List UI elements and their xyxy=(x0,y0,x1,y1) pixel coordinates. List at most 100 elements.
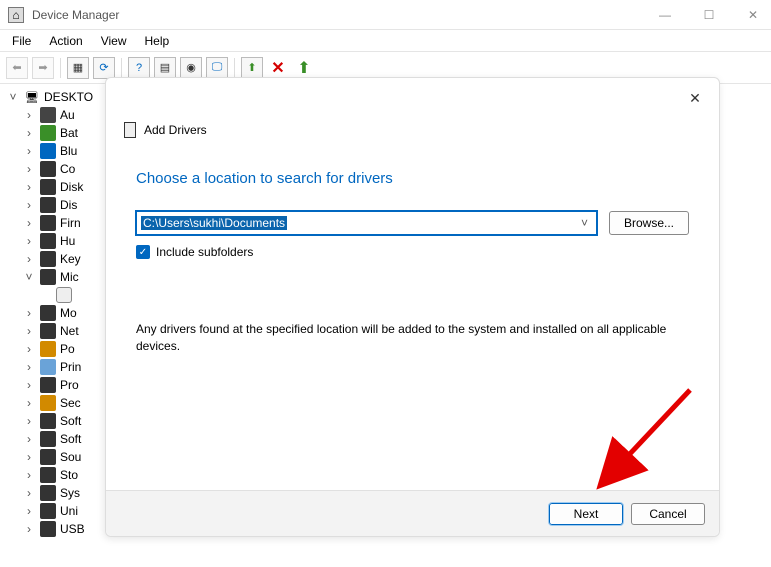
device-category-icon xyxy=(40,125,56,141)
dialog-title: Add Drivers xyxy=(144,123,207,137)
menu-bar: File Action View Help xyxy=(0,30,771,52)
chevron-icon[interactable]: › xyxy=(22,144,36,158)
maximize-button[interactable]: ☐ xyxy=(699,5,719,25)
minimize-button[interactable]: — xyxy=(655,5,675,25)
dialog-hint: Any drivers found at the specified locat… xyxy=(136,321,689,355)
next-button[interactable]: Next xyxy=(549,503,623,525)
device-category-icon xyxy=(40,197,56,213)
path-combobox[interactable]: C:\Users\sukhi\Documents ˅ xyxy=(136,211,597,235)
path-value: C:\Users\sukhi\Documents xyxy=(141,216,287,230)
device-category-icon xyxy=(40,449,56,465)
device-category-icon xyxy=(40,413,56,429)
chevron-icon[interactable]: › xyxy=(22,234,36,248)
menu-file[interactable]: File xyxy=(4,32,39,50)
chevron-icon[interactable]: › xyxy=(22,162,36,176)
dialog-heading: Choose a location to search for drivers xyxy=(136,170,689,187)
tree-item-label: Pro xyxy=(60,378,79,392)
tree-item-label: Au xyxy=(60,108,75,122)
tree-item-label: Mic xyxy=(60,270,79,284)
chevron-down-icon[interactable]: ˅ xyxy=(581,216,592,230)
chevron-icon[interactable]: › xyxy=(22,396,36,410)
monitor-icon[interactable]: 🖵 xyxy=(206,57,228,79)
cancel-button[interactable]: Cancel xyxy=(631,503,705,525)
chevron-icon[interactable]: › xyxy=(22,450,36,464)
dialog-close-button[interactable]: ✕ xyxy=(683,86,707,110)
browse-button[interactable]: Browse... xyxy=(609,211,689,235)
chevron-icon[interactable]: › xyxy=(22,198,36,212)
chevron-icon[interactable]: › xyxy=(22,522,36,536)
device-category-icon xyxy=(40,179,56,195)
app-icon: ⌂ xyxy=(8,7,24,23)
device-category-icon xyxy=(40,359,56,375)
tree-item-label: Hu xyxy=(60,234,75,248)
chevron-icon[interactable]: › xyxy=(22,342,36,356)
chevron-icon[interactable]: › xyxy=(22,324,36,338)
chevron-icon[interactable]: › xyxy=(22,180,36,194)
back-icon[interactable]: ⬅ xyxy=(6,57,28,79)
title-bar: ⌂ Device Manager — ☐ ✕ xyxy=(0,0,771,30)
menu-help[interactable]: Help xyxy=(137,32,178,50)
chevron-icon[interactable]: › xyxy=(22,486,36,500)
browse-label: Browse... xyxy=(624,216,674,230)
chevron-icon[interactable]: › xyxy=(22,252,36,266)
device-category-icon xyxy=(40,305,56,321)
tree-item-label: Disk xyxy=(60,180,83,194)
tree-item-label: USB xyxy=(60,522,85,536)
device-icon xyxy=(56,287,72,303)
chevron-icon[interactable]: › xyxy=(22,306,36,320)
tree-item-label: Sys xyxy=(60,486,80,500)
chevron-icon[interactable]: ˅ xyxy=(22,270,36,284)
properties-icon[interactable]: ▤ xyxy=(154,57,176,79)
device-category-icon xyxy=(40,485,56,501)
add-driver-icon[interactable]: ⬆ xyxy=(241,57,263,79)
device-category-icon xyxy=(40,323,56,339)
menu-view[interactable]: View xyxy=(93,32,135,50)
chevron-icon[interactable]: › xyxy=(22,126,36,140)
device-category-icon xyxy=(40,269,56,285)
update-driver-icon[interactable]: ⬆ xyxy=(293,57,315,79)
chevron-icon[interactable]: › xyxy=(22,108,36,122)
tree-item-label: Prin xyxy=(60,360,81,374)
include-subfolders-label: Include subfolders xyxy=(156,245,253,259)
chevron-icon[interactable]: › xyxy=(22,504,36,518)
chevron-icon[interactable]: › xyxy=(22,432,36,446)
device-category-icon xyxy=(40,377,56,393)
tree-item-label: Soft xyxy=(60,432,81,446)
scan-icon[interactable]: ◉ xyxy=(180,57,202,79)
help-icon[interactable]: ? xyxy=(128,57,150,79)
tree-item-label: Firn xyxy=(60,216,81,230)
cancel-label: Cancel xyxy=(649,507,686,521)
chevron-icon[interactable]: › xyxy=(22,414,36,428)
device-category-icon xyxy=(40,143,56,159)
close-button[interactable]: ✕ xyxy=(743,5,763,25)
chevron-icon[interactable]: › xyxy=(22,468,36,482)
forward-icon[interactable]: ➡ xyxy=(32,57,54,79)
next-label: Next xyxy=(574,507,599,521)
tree-root-label: DESKTO xyxy=(44,90,93,104)
tree-item-label: Blu xyxy=(60,144,77,158)
show-hidden-icon[interactable]: ▦ xyxy=(67,57,89,79)
window-title: Device Manager xyxy=(32,8,655,22)
tree-item-label: Net xyxy=(60,324,79,338)
add-drivers-dialog: ✕ Add Drivers Choose a location to searc… xyxy=(105,77,720,537)
tree-item-label: Sou xyxy=(60,450,81,464)
driver-icon xyxy=(124,122,136,138)
chevron-down-icon[interactable]: ˅ xyxy=(6,90,20,104)
tree-item-label: Mo xyxy=(60,306,77,320)
device-category-icon xyxy=(40,341,56,357)
tree-item-label: Soft xyxy=(60,414,81,428)
refresh-icon[interactable]: ⟳ xyxy=(93,57,115,79)
device-category-icon xyxy=(40,503,56,519)
device-category-icon xyxy=(40,215,56,231)
include-subfolders-checkbox[interactable]: ✓ xyxy=(136,245,150,259)
remove-driver-icon[interactable]: ✕ xyxy=(267,57,289,79)
device-category-icon xyxy=(40,233,56,249)
device-category-icon xyxy=(40,161,56,177)
tree-item-label: Co xyxy=(60,162,75,176)
chevron-icon[interactable]: › xyxy=(22,360,36,374)
tree-item-label: Sto xyxy=(60,468,78,482)
device-category-icon xyxy=(40,395,56,411)
chevron-icon[interactable]: › xyxy=(22,216,36,230)
chevron-icon[interactable]: › xyxy=(22,378,36,392)
menu-action[interactable]: Action xyxy=(41,32,90,50)
